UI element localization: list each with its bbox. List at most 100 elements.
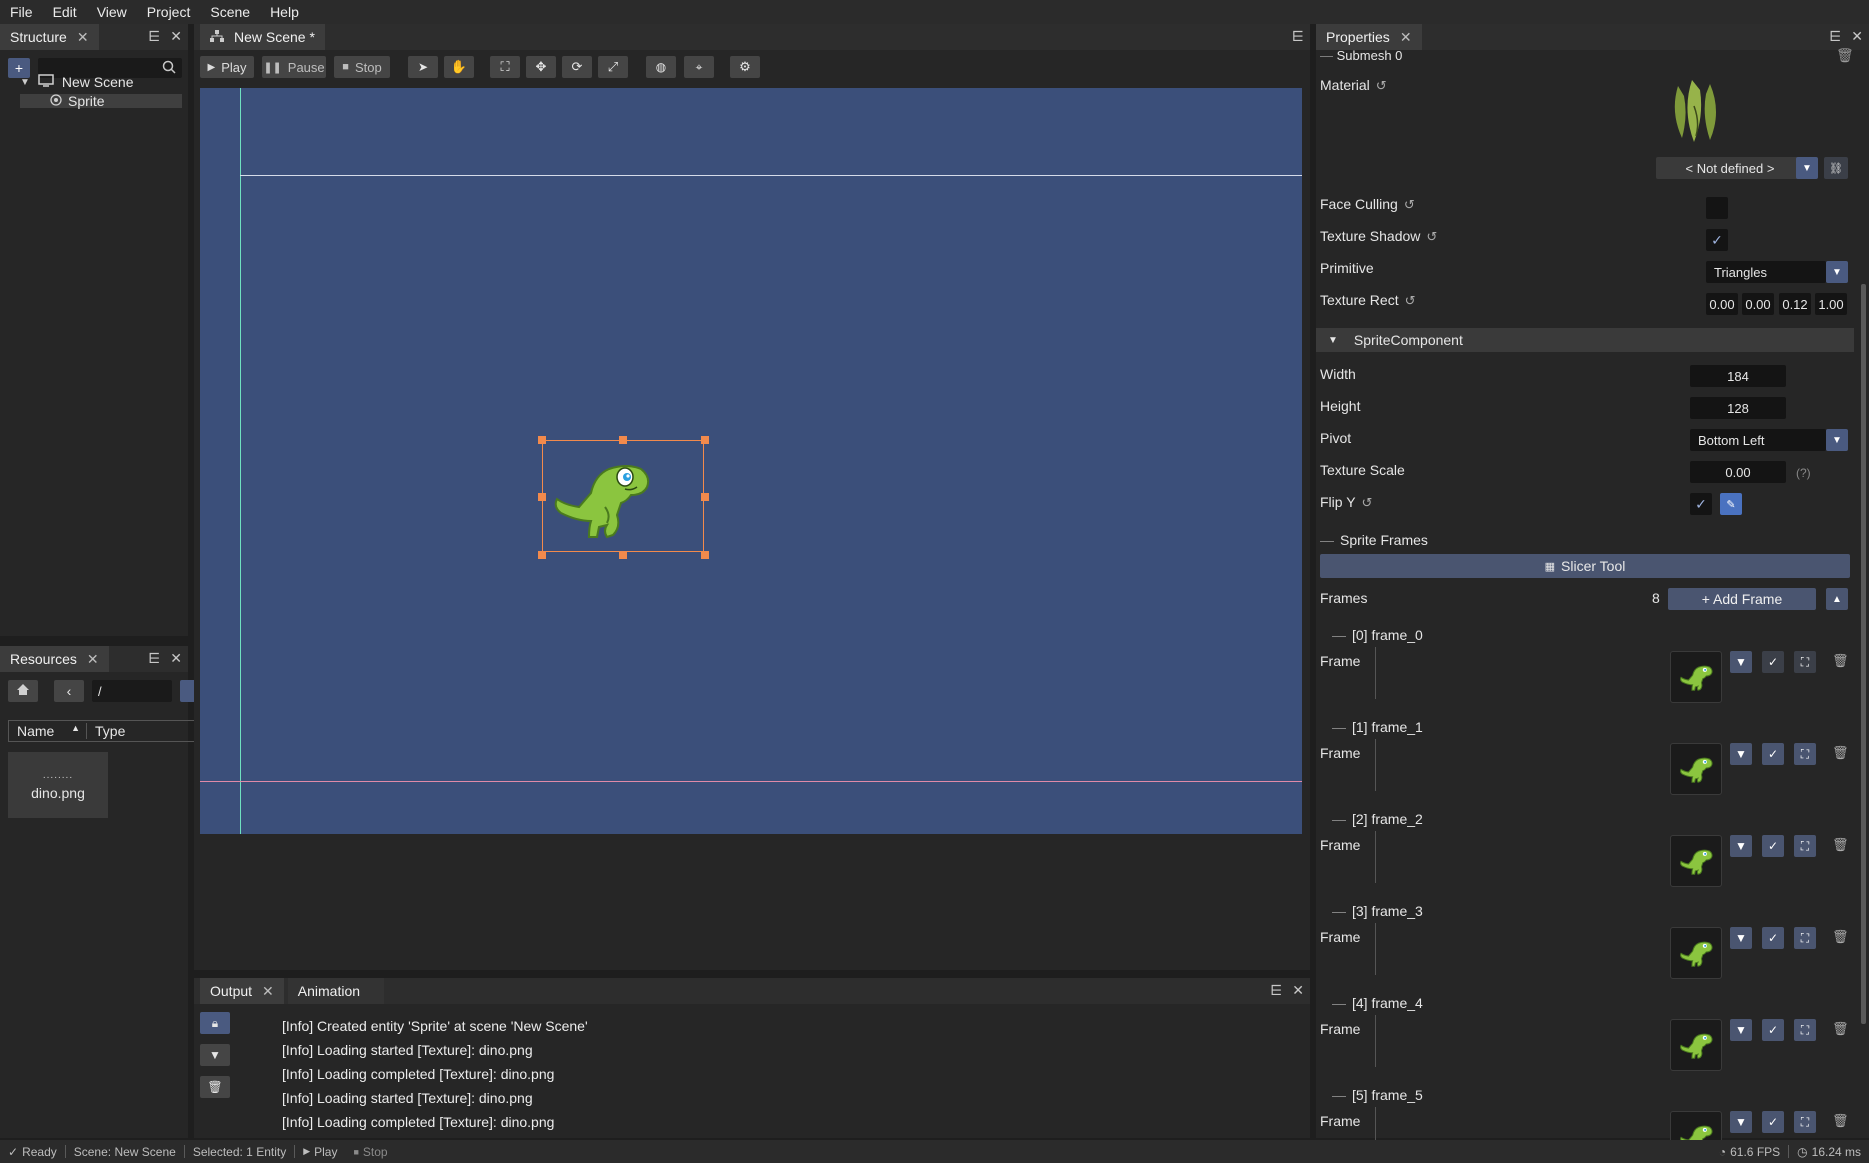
width-input[interactable]: 184 <box>1690 365 1786 387</box>
scene-settings-button[interactable]: ⚙ <box>730 56 760 78</box>
close-icon[interactable]: ✕ <box>1400 29 1412 46</box>
help-hint[interactable]: (?) <box>1796 466 1811 480</box>
reset-icon[interactable]: ↺ <box>1362 495 1373 511</box>
texture-shadow-checkbox[interactable]: ✓ <box>1706 229 1728 251</box>
play-button[interactable]: ▶ Play <box>200 56 254 78</box>
frame-menu-button[interactable]: ▼ <box>1730 835 1752 857</box>
tab-animation[interactable]: Animation <box>287 978 384 1004</box>
pivot-select[interactable]: Bottom Left <box>1690 429 1826 451</box>
material-dropdown-button[interactable]: ▼ <box>1796 157 1818 179</box>
panel-menu-icon[interactable]: ⋿ <box>148 650 160 667</box>
frame-thumbnail[interactable] <box>1670 1019 1722 1071</box>
tree-item-sprite[interactable]: Sprite <box>20 93 182 109</box>
tab-properties[interactable]: Properties ✕ <box>1316 24 1422 50</box>
hand-tool-button[interactable]: ✋ <box>444 56 474 78</box>
texture-rect-w-input[interactable]: 0.12 <box>1779 293 1811 315</box>
close-icon[interactable]: ✕ <box>1292 982 1304 999</box>
home-button[interactable] <box>8 680 38 702</box>
close-icon[interactable]: ✕ <box>262 983 274 1000</box>
texture-rect-h-input[interactable]: 1.00 <box>1815 293 1847 315</box>
close-icon[interactable]: ✕ <box>170 650 182 667</box>
filter-button[interactable]: ▼ <box>200 1044 230 1066</box>
trash-icon[interactable]: 🗑︎ <box>1832 1113 1849 1129</box>
clear-log-button[interactable]: 🗑︎ <box>200 1076 230 1098</box>
menu-file[interactable]: File <box>0 0 43 24</box>
frame-apply-button[interactable]: ✓ <box>1762 927 1784 949</box>
stop-button[interactable]: ■ Stop <box>334 56 390 78</box>
resize-handle[interactable] <box>619 436 627 444</box>
trash-icon[interactable]: 🗑︎ <box>1832 745 1849 761</box>
frame-thumbnail[interactable] <box>1670 743 1722 795</box>
frame-thumbnail[interactable] <box>1670 835 1722 887</box>
frame-apply-button[interactable]: ✓ <box>1762 651 1784 673</box>
frame-fit-button[interactable]: ⛶ <box>1794 1111 1816 1133</box>
resource-item[interactable]: ........ dino.png <box>8 752 108 818</box>
resize-handle[interactable] <box>538 493 546 501</box>
trash-icon[interactable]: 🗑︎ <box>1832 653 1849 669</box>
frame-menu-button[interactable]: ▼ <box>1730 651 1752 673</box>
face-culling-checkbox[interactable] <box>1706 197 1728 219</box>
trash-icon[interactable]: 🗑︎ <box>1836 47 1854 64</box>
close-icon[interactable]: ✕ <box>77 29 89 46</box>
frame-apply-button[interactable]: ✓ <box>1762 743 1784 765</box>
frame-thumbnail[interactable] <box>1670 927 1722 979</box>
frame-fit-button[interactable]: ⛶ <box>1794 743 1816 765</box>
world-space-button[interactable]: ◍ <box>646 56 676 78</box>
frame-apply-button[interactable]: ✓ <box>1762 1111 1784 1133</box>
frame-fit-button[interactable]: ⛶ <box>1794 651 1816 673</box>
slicer-tool-button[interactable]: ▦ Slicer Tool <box>1320 554 1850 578</box>
expand-arrow-icon[interactable]: ▼ <box>20 77 30 88</box>
properties-scrollbar[interactable] <box>1861 284 1866 1024</box>
frame-apply-button[interactable]: ✓ <box>1762 835 1784 857</box>
path-input[interactable]: / <box>92 680 172 702</box>
menu-view[interactable]: View <box>87 0 137 24</box>
resize-handle[interactable] <box>538 436 546 444</box>
frame-menu-button[interactable]: ▼ <box>1730 743 1752 765</box>
trash-icon[interactable]: 🗑︎ <box>1832 1021 1849 1037</box>
column-name[interactable]: Name ▲ <box>9 723 87 739</box>
flip-y-auto-button[interactable]: ✎ <box>1720 493 1742 515</box>
tab-output[interactable]: Output ✕ <box>200 978 284 1004</box>
panel-menu-icon[interactable]: ⋿ <box>1829 28 1841 45</box>
lock-button[interactable]: 🔒︎ <box>200 1012 230 1034</box>
scene-viewport[interactable] <box>200 88 1302 834</box>
frame-fit-button[interactable]: ⛶ <box>1794 1019 1816 1041</box>
primitive-select[interactable]: Triangles <box>1706 261 1826 283</box>
frame-fit-button[interactable]: ⛶ <box>1794 835 1816 857</box>
reset-icon[interactable]: ↺ <box>1376 78 1387 94</box>
resize-handle[interactable] <box>701 551 709 559</box>
resize-handle[interactable] <box>538 551 546 559</box>
frame-apply-button[interactable]: ✓ <box>1762 1019 1784 1041</box>
frame-menu-button[interactable]: ▼ <box>1730 927 1752 949</box>
menu-help[interactable]: Help <box>260 0 309 24</box>
tab-resources[interactable]: Resources ✕ <box>0 646 109 672</box>
status-play-button[interactable]: ▶ Play <box>295 1145 345 1159</box>
frame-menu-button[interactable]: ▼ <box>1730 1111 1752 1133</box>
back-button[interactable]: ‹ <box>54 680 84 702</box>
move-tool-button[interactable]: ✥ <box>526 56 556 78</box>
height-input[interactable]: 128 <box>1690 397 1786 419</box>
texture-rect-y-input[interactable]: 0.00 <box>1742 293 1774 315</box>
menu-project[interactable]: Project <box>137 0 201 24</box>
texture-rect-x-input[interactable]: 0.00 <box>1706 293 1738 315</box>
resize-handle[interactable] <box>701 436 709 444</box>
close-icon[interactable]: ✕ <box>87 651 99 668</box>
pivot-button[interactable]: ⌖ <box>684 56 714 78</box>
scale-tool-button[interactable]: ⤢ <box>598 56 628 78</box>
reset-icon[interactable]: ↺ <box>1405 293 1416 309</box>
frame-menu-button[interactable]: ▼ <box>1730 1019 1752 1041</box>
rotate-tool-button[interactable]: ⟳ <box>562 56 592 78</box>
resize-handle[interactable] <box>619 551 627 559</box>
collapse-frames-button[interactable]: ▲ <box>1826 588 1848 610</box>
add-frame-button[interactable]: + Add Frame <box>1668 588 1816 610</box>
select-tool-button[interactable]: ➤ <box>408 56 438 78</box>
menu-edit[interactable]: Edit <box>43 0 87 24</box>
close-icon[interactable]: ✕ <box>1851 28 1863 45</box>
panel-menu-icon[interactable]: ⋿ <box>1292 28 1304 45</box>
pivot-dropdown-button[interactable]: ▼ <box>1826 429 1848 451</box>
material-select[interactable]: < Not defined > <box>1656 157 1804 179</box>
menu-scene[interactable]: Scene <box>200 0 260 24</box>
reset-icon[interactable]: ↺ <box>1426 229 1437 245</box>
panel-menu-icon[interactable]: ⋿ <box>148 28 160 45</box>
tab-new-scene[interactable]: New Scene * <box>200 24 325 50</box>
